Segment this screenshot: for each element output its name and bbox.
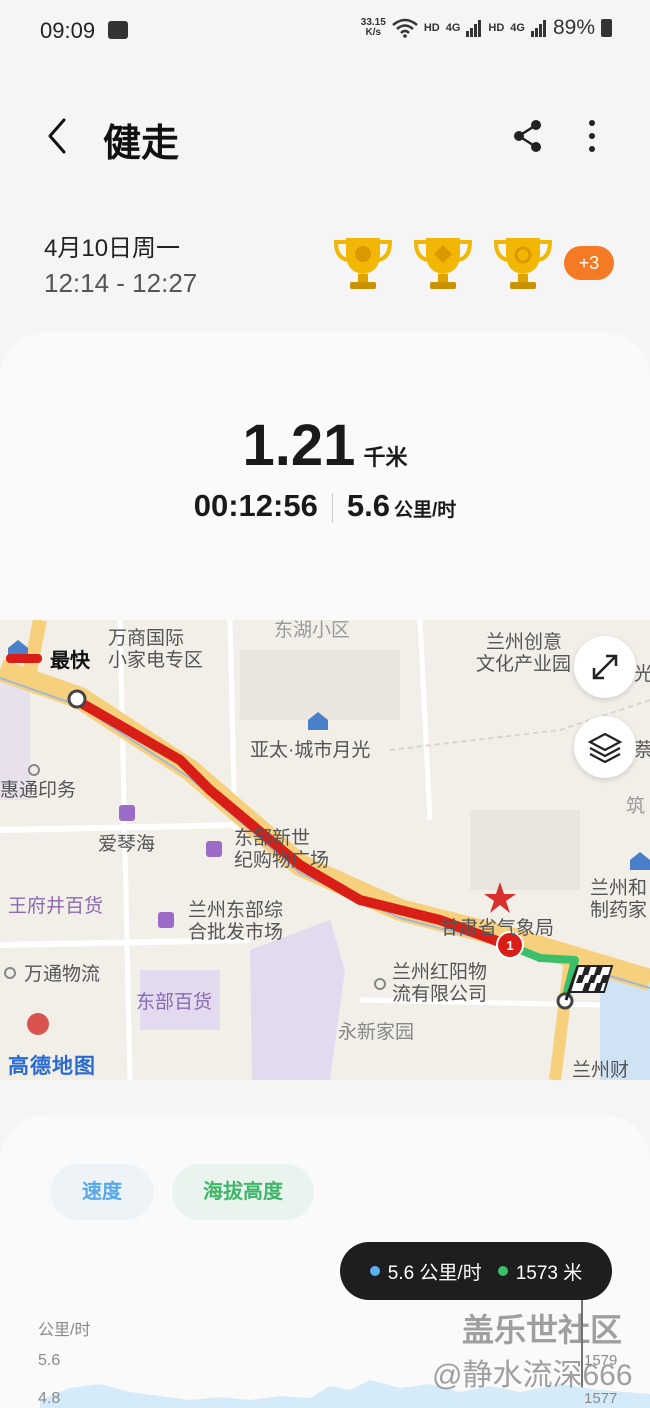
battery-icon bbox=[601, 19, 612, 37]
session-date: 4月10日周一 bbox=[44, 235, 181, 262]
chart-tooltip: 5.6 公里/时 1573 米 bbox=[340, 1242, 612, 1300]
more-badges-button[interactable]: +3 bbox=[564, 246, 614, 280]
status-bar: 09:09 33.15 K/s HD 4G HD 4G 89% bbox=[0, 0, 650, 62]
hd-label-1: HD bbox=[423, 22, 440, 34]
map-label: 兰州创意 bbox=[486, 632, 563, 653]
legend-swatch bbox=[6, 654, 42, 663]
map-legend: 最快 bbox=[6, 644, 90, 673]
watermark-line1: 盖乐世社区 bbox=[462, 1312, 623, 1348]
map-label: 制药家 bbox=[590, 900, 648, 921]
trophy-icon[interactable] bbox=[332, 232, 394, 294]
signal-label-2: 4G bbox=[510, 22, 525, 34]
trophy-icon[interactable] bbox=[412, 232, 474, 294]
more-vertical-icon bbox=[589, 120, 595, 152]
route-marker-label: 1 bbox=[506, 938, 513, 953]
map-label: 兰州红阳物 bbox=[392, 962, 488, 983]
share-icon bbox=[514, 120, 541, 152]
map-label: 文化产业园 bbox=[476, 654, 572, 675]
map-label: 小家电专区 bbox=[108, 650, 204, 671]
chart-tick-left: 4.8 bbox=[38, 1390, 61, 1407]
back-arrow-icon bbox=[48, 118, 66, 154]
tooltip-speed: 5.6 公里/时 bbox=[387, 1262, 482, 1284]
map-label: 亚太·城市月光 bbox=[250, 740, 371, 761]
speed-value: 5.6 bbox=[346, 488, 390, 523]
duration-value: 00:12:56 bbox=[193, 488, 318, 523]
tooltip-altitude: 1573 米 bbox=[515, 1262, 583, 1284]
net-speed-unit: K/s bbox=[365, 27, 382, 38]
status-time: 09:09 bbox=[40, 18, 96, 43]
distance-unit: 千米 bbox=[363, 445, 408, 470]
map-label: 萘 bbox=[634, 740, 650, 761]
speed-unit: 公里/时 bbox=[393, 500, 457, 521]
map-label: 万商国际 bbox=[108, 628, 185, 649]
route-map[interactable]: 1 万商国际 小家电专区 东湖小区 兰州创意 文化产业园 亚太·城市月光 惠通印… bbox=[0, 620, 650, 1080]
map-label: 筑 bbox=[626, 796, 646, 817]
signal-icon bbox=[530, 20, 546, 37]
map-label: 惠通印务 bbox=[0, 780, 77, 801]
signal-icon bbox=[466, 20, 482, 37]
stats-row: 00:12:56 5.6 公里/时 bbox=[0, 488, 650, 524]
layers-icon bbox=[587, 732, 623, 764]
tab-altitude[interactable]: 海拔高度 bbox=[172, 1164, 314, 1220]
summary-card bbox=[0, 332, 650, 632]
chart-unit-label: 公里/时 bbox=[38, 1322, 91, 1339]
battery-percent: 89% bbox=[552, 16, 595, 39]
more-button[interactable] bbox=[578, 116, 606, 156]
trophy-icon[interactable] bbox=[492, 232, 554, 294]
map-label: 王府井百货 bbox=[8, 896, 104, 917]
speed-dot bbox=[369, 1266, 380, 1276]
map-label: 东部新世 bbox=[234, 828, 311, 849]
map-expand-button[interactable] bbox=[574, 636, 636, 698]
map-label: 兰州东部综 bbox=[188, 900, 284, 921]
signal-label-1: 4G bbox=[445, 22, 461, 34]
map-label: 东部百货 bbox=[136, 992, 213, 1013]
back-button[interactable] bbox=[38, 112, 78, 160]
network-speed: 33.15 K/s bbox=[361, 18, 386, 38]
page-title: 健走 bbox=[103, 123, 180, 165]
legend-label: 最快 bbox=[50, 650, 90, 672]
map-label: 光 bbox=[634, 664, 650, 685]
map-label: 甘肃省气象局 bbox=[440, 918, 555, 939]
watermark-line2: @静水流深666 bbox=[432, 1359, 633, 1392]
distance-block: 1.21 千米 bbox=[0, 412, 650, 479]
map-label: 合批发市场 bbox=[188, 922, 284, 943]
map-label: 纪购物广场 bbox=[234, 850, 330, 871]
wifi-icon bbox=[392, 18, 418, 38]
map-label: 永新家园 bbox=[338, 1022, 415, 1043]
map-label: 爱琴海 bbox=[98, 834, 156, 855]
tab-speed[interactable]: 速度 bbox=[50, 1164, 154, 1220]
map-label: 兰州财 bbox=[572, 1060, 630, 1080]
divider bbox=[331, 492, 333, 523]
expand-icon bbox=[592, 654, 618, 680]
map-label: 东湖小区 bbox=[274, 620, 351, 641]
image-icon bbox=[108, 21, 128, 39]
hd-label-2: HD bbox=[488, 22, 505, 34]
status-right: 33.15 K/s HD 4G HD 4G 89% bbox=[361, 16, 612, 40]
map-label: 兰州和 bbox=[590, 878, 648, 899]
session-time-range: 12:14 - 12:27 bbox=[44, 268, 198, 298]
map-label: 流有限公司 bbox=[392, 984, 488, 1005]
share-button[interactable] bbox=[508, 116, 548, 156]
map-label: 万通物流 bbox=[24, 964, 101, 985]
chart-tick-left: 5.6 bbox=[38, 1352, 61, 1369]
map-layers-button[interactable] bbox=[574, 716, 636, 778]
distance-value: 1.21 bbox=[242, 413, 356, 478]
altitude-dot bbox=[497, 1266, 508, 1276]
map-provider-logo: 高德地图 bbox=[8, 1055, 96, 1078]
